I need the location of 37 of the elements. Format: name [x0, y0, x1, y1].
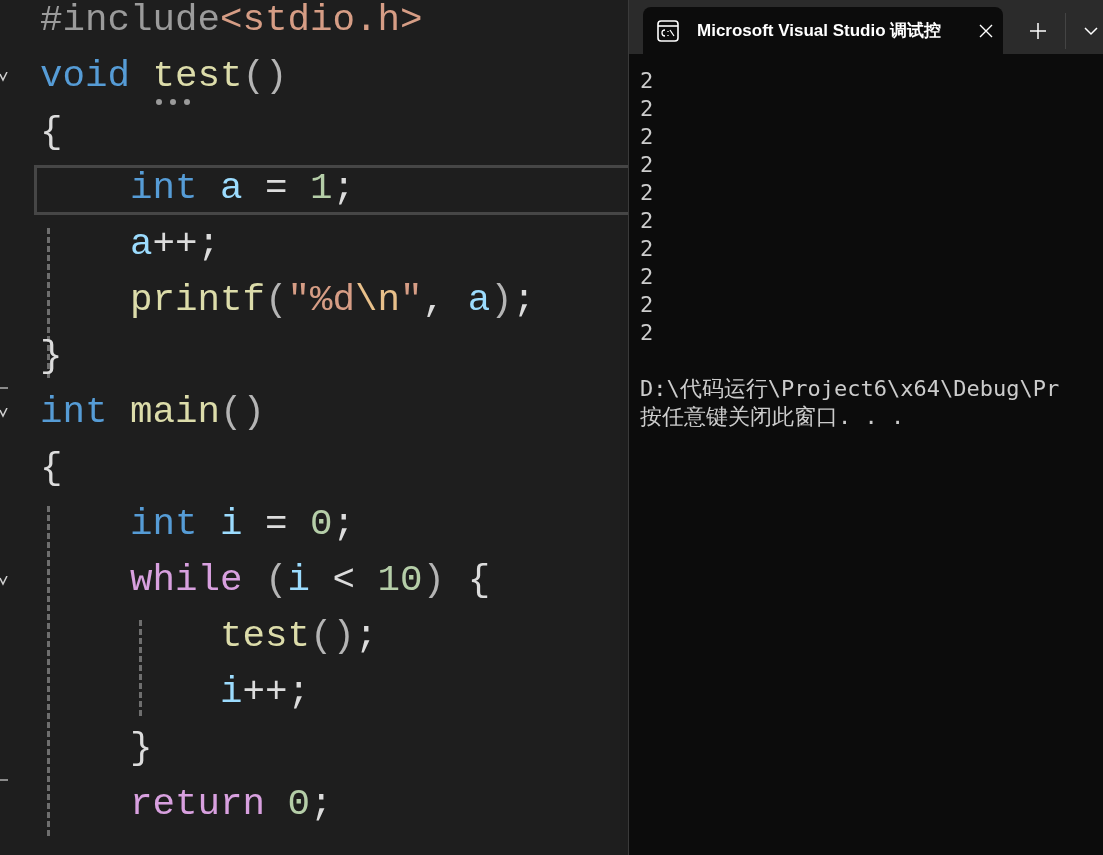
code-line: while (i < 10) { [129, 559, 491, 601]
code-line: void test() [40, 55, 288, 97]
fold-chevron-icon[interactable] [0, 72, 8, 82]
terminal-line: 2 [640, 151, 655, 179]
terminal-line: 2 [640, 291, 655, 319]
terminal-line: 2 [640, 207, 655, 235]
plus-icon[interactable] [1029, 21, 1047, 40]
terminal-line: 2 [640, 235, 655, 263]
code-line: test(); [219, 615, 378, 657]
code-line: #include<stdio.h> [40, 0, 423, 41]
code-line: return 0; [129, 783, 333, 825]
terminal-line: 2 [640, 263, 655, 291]
code-line: } [40, 335, 63, 377]
code-line: { [40, 447, 63, 489]
terminal-tab[interactable]: Microsoft Visual Studio 调试控 [643, 7, 1003, 54]
console-icon [657, 19, 679, 42]
terminal-line: 2 [640, 67, 655, 95]
code-line: printf("%d\n", a); [129, 279, 536, 321]
terminal-line: D:\代码运行\Project6\x64\Debug\Pr [640, 375, 1061, 403]
chevron-down-icon[interactable] [1084, 25, 1098, 36]
code-line: a++; [129, 223, 221, 265]
terminal-line: 2 [640, 179, 655, 207]
terminal-line: 2 [640, 123, 655, 151]
code-line: int a = 1; [129, 167, 356, 209]
fold-chevron-icon[interactable] [0, 408, 8, 418]
terminal-line: 2 [640, 95, 655, 123]
tab-title: Microsoft Visual Studio 调试控 [697, 19, 942, 42]
fold-chevron-icon[interactable] [0, 576, 8, 586]
suggestion-dots-icon [155, 98, 193, 106]
code-line: } [129, 727, 153, 769]
code-line: { [40, 111, 63, 153]
close-icon[interactable] [979, 23, 993, 38]
code-line: int main() [40, 391, 266, 433]
terminal-line: 按任意键关闭此窗口. . . [640, 403, 906, 431]
code-line: int i = 0; [129, 503, 356, 545]
terminal-line: 2 [640, 319, 655, 347]
code-line: i++; [219, 671, 311, 713]
